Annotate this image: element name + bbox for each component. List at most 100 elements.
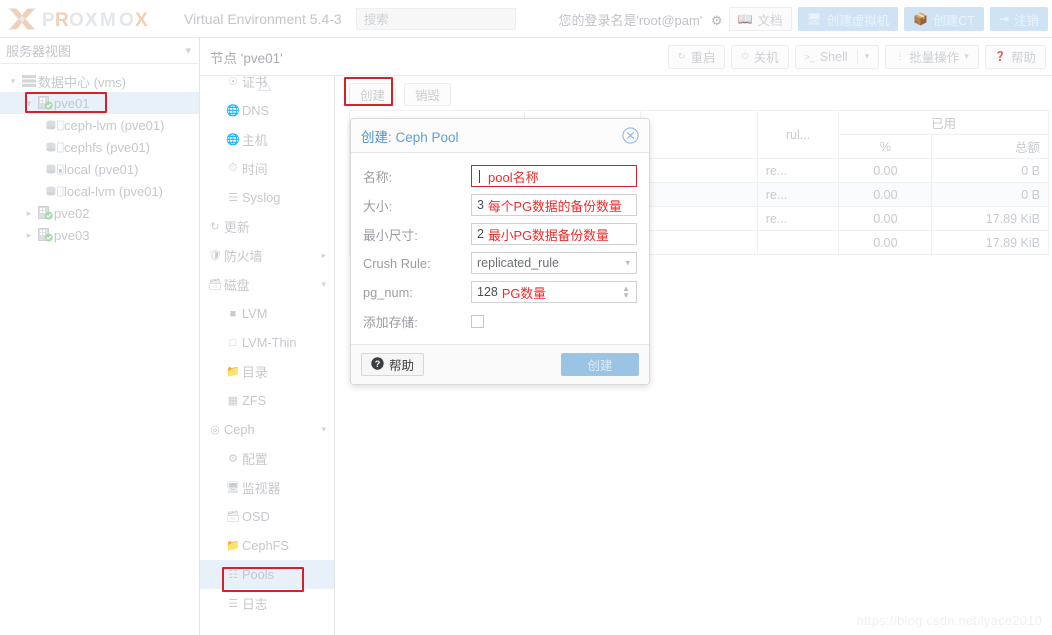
menu-item-zfs[interactable]: ▦ ZFS: [200, 386, 334, 415]
spinner-arrows-icon[interactable]: ▲ ▼: [622, 285, 630, 300]
box-icon: 📦: [913, 12, 929, 26]
destroy-pool-button[interactable]: 销毁: [404, 82, 452, 106]
menu-item-lvm-thin[interactable]: □ LVM-Thin: [200, 328, 334, 357]
shell-button[interactable]: >_ Shell ▾: [794, 44, 880, 69]
chevron-down-icon[interactable]: ▾: [185, 44, 191, 57]
create-pool-button[interactable]: 创建: [349, 82, 397, 106]
create-ceph-pool-dialog: 创建: Ceph Pool 名称: pool名称 大小: 3 每个PG数据的备份…: [350, 118, 650, 385]
bulk-actions-button[interactable]: ⋮ 批量操作 ▾: [885, 44, 979, 69]
storage-icon: [46, 185, 64, 198]
caret-right-icon[interactable]: ▸: [321, 250, 326, 261]
gear-icon[interactable]: ⚙: [711, 13, 723, 28]
tree-item-pve01[interactable]: ▾ pve01: [0, 92, 199, 114]
docs-button[interactable]: 📖 文档: [728, 7, 792, 31]
caret-down-icon[interactable]: ▾: [321, 424, 326, 435]
col-min-size: [640, 110, 758, 159]
shutdown-button[interactable]: ⏻ 关机: [731, 44, 789, 69]
menu-item-pools[interactable]: ☷ Pools: [200, 560, 334, 589]
caret-down-icon[interactable]: ▾: [22, 98, 36, 109]
cell-percent: 0.00: [838, 158, 933, 183]
tree-item-cephfs[interactable]: cephfs (pve01): [0, 136, 199, 158]
annotation-min-size: 最小PG数据备份数量: [487, 227, 609, 243]
menu-item-disks[interactable]: 🗃 磁盘 ▾: [200, 270, 334, 299]
menu-item-syslog[interactable]: ☰ Syslog: [200, 183, 334, 212]
add-storage-checkbox[interactable]: [471, 314, 484, 328]
menu-item-time[interactable]: ⏱ 时间: [200, 154, 334, 183]
crush-rule-select[interactable]: replicated_rule ▾: [471, 252, 637, 274]
logout-button[interactable]: ⇥ 注销: [989, 7, 1048, 31]
menu-item-firewall[interactable]: 🛡 防火墙 ▸: [200, 241, 334, 270]
divider: [856, 49, 858, 64]
menu-item-log[interactable]: ☰ 日志: [200, 589, 334, 618]
menu-item-monitor[interactable]: 🖥 监视器: [200, 473, 334, 502]
close-circle-icon[interactable]: [622, 127, 639, 144]
cell-percent: 0.00: [838, 182, 933, 207]
scroll-up-arrow-icon[interactable]: △: [258, 76, 271, 94]
caret-down-icon[interactable]: ▾: [6, 76, 20, 87]
chevron-down-icon[interactable]: ▾: [625, 258, 630, 269]
search-input[interactable]: 搜索: [355, 7, 516, 30]
node-action-buttons: ↻ 重启 ⏻ 关机 >_ Shell ▾ ⋮ 批量操作 ▾ ❓ 帮助: [667, 44, 1046, 69]
svg-text:R: R: [55, 10, 70, 31]
menu-item-updates[interactable]: ↻ 更新: [200, 212, 334, 241]
size-input[interactable]: 3 每个PG数据的备份数量: [471, 194, 637, 216]
menu-item-directory[interactable]: 📁 目录: [200, 357, 334, 386]
menu-item-label: Pools: [242, 567, 275, 582]
create-ct-button[interactable]: 📦 创建CT: [904, 7, 984, 31]
svg-text:P: P: [42, 10, 56, 31]
menu-item-configuration[interactable]: ⚙ 配置: [200, 444, 334, 473]
square-filled-icon: ■: [229, 307, 237, 320]
tree-item-local-lvm[interactable]: local-lvm (pve01): [0, 180, 199, 202]
caret-right-icon[interactable]: ▸: [22, 208, 36, 219]
tree-item-pve02[interactable]: ▸ pve02: [0, 202, 199, 224]
tree-item-local[interactable]: local (pve01): [0, 158, 199, 180]
menu-item-lvm[interactable]: ■ LVM: [200, 299, 334, 328]
caret-right-icon[interactable]: ▸: [22, 230, 36, 241]
menu-item-label: 监视器: [242, 481, 281, 496]
pg-num-value: 128: [477, 285, 498, 299]
menu-item-hosts[interactable]: 🌐 主机: [200, 125, 334, 154]
help-button[interactable]: ❓ 帮助: [984, 44, 1046, 69]
col-total[interactable]: 总额: [931, 134, 1049, 159]
menu-item-ceph[interactable]: ◎ Ceph ▾: [200, 415, 334, 444]
dialog-footer: ? 帮助 创建: [351, 344, 649, 384]
menu-item-osd[interactable]: 🗃 OSD: [200, 502, 334, 531]
search-placeholder: 搜索: [363, 13, 389, 27]
menu-item-label: Syslog: [242, 190, 281, 205]
menu-item-cephfs[interactable]: 📁 CephFS: [200, 531, 334, 560]
caret-down-icon[interactable]: ▾: [321, 279, 326, 290]
tree-item-pve03[interactable]: ▸ pve03: [0, 224, 199, 246]
cell-total: 0 B: [931, 182, 1049, 207]
menu-item-label: 时间: [242, 162, 268, 177]
dialog-submit-button[interactable]: 创建: [561, 353, 639, 376]
svg-text:X: X: [135, 10, 149, 31]
gear-icon: ⚙: [228, 453, 238, 465]
tree-item-label: pve03: [54, 227, 90, 243]
help-icon: ❓: [994, 51, 1006, 61]
help-icon: ?: [371, 356, 384, 373]
chevron-down-icon[interactable]: ▾: [964, 51, 969, 62]
server-view-label: 服务器视图: [6, 44, 72, 59]
tree-item-ceph-lvm[interactable]: ceph-lvm (pve01): [0, 114, 199, 136]
menu-item-dns[interactable]: 🌐 DNS: [200, 96, 334, 125]
top-bar-actions: 您的登录名是'root@pam' ⚙ 📖 文档 🖥 创建虚拟机 📦 创建CT ⇥…: [558, 0, 1048, 38]
tree-item-label: pve02: [54, 205, 90, 221]
pool-name-input[interactable]: pool名称: [471, 165, 637, 187]
pg-num-stepper[interactable]: 128 PG数量 ▲ ▼: [471, 281, 637, 303]
product-version: Virtual Environment 5.4-3: [184, 10, 342, 27]
node-ok-icon: [36, 206, 54, 220]
min-size-input[interactable]: 2 最小PG数据备份数量: [471, 223, 637, 245]
cell-rule: re...: [756, 158, 840, 183]
create-vm-button[interactable]: 🖥 创建虚拟机: [797, 7, 899, 31]
server-view-header[interactable]: 服务器视图 ▾: [0, 38, 199, 64]
disk-icon: 🗃: [226, 511, 240, 523]
col-rule[interactable]: rul...: [756, 110, 840, 159]
svg-text:O: O: [119, 10, 135, 31]
dialog-help-label: 帮助: [389, 359, 415, 373]
tree-item-datacenter[interactable]: ▾ 数据中心 (vms): [0, 70, 199, 92]
proxmox-logo[interactable]: P R O X M O X: [6, 6, 174, 32]
col-percent[interactable]: %: [838, 134, 933, 159]
dialog-help-button[interactable]: ? 帮助: [361, 353, 425, 376]
chevron-down-icon[interactable]: ▾: [865, 51, 870, 62]
restart-button[interactable]: ↻ 重启: [667, 44, 726, 69]
